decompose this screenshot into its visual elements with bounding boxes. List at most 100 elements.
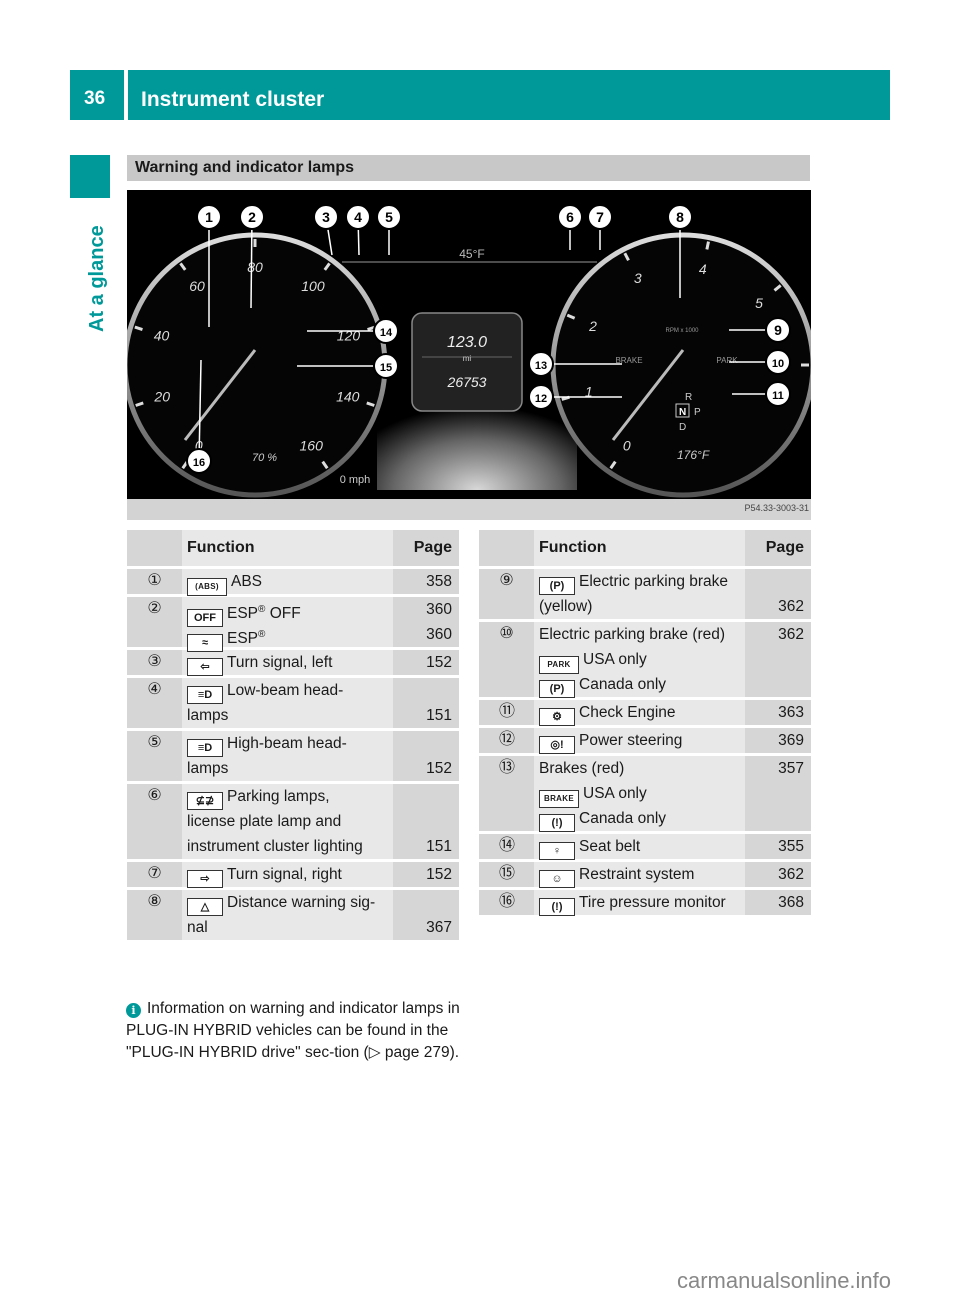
row-number: ⑯: [499, 893, 516, 910]
watermark: carmanualsonline.info: [677, 1268, 892, 1293]
callout-number: 2: [248, 209, 256, 225]
lamps-table-left: Function Page ① (ABS) ABS 358 ② OFF ESP® OFF ≈ E…: [127, 530, 459, 940]
function-line: ♀ Seat belt: [539, 834, 745, 860]
trip-readout: 123.0: [447, 334, 487, 351]
page-ref: 360: [426, 626, 452, 643]
callout-number: 9: [774, 322, 782, 338]
section-title: Warning and indicator lamps: [135, 159, 354, 176]
table-row: ⑥ ⊈⊉ Parking lamps, license plate lamp and i…: [127, 781, 459, 861]
function-line: ≈ ESP®: [187, 622, 393, 653]
table-row: ⑩ Electric parking brake (red) PARK USA onl…: [479, 619, 811, 699]
page-number: 36: [84, 88, 106, 109]
speedo-tick-label: 160: [300, 437, 324, 453]
page-ref: 152: [426, 866, 452, 883]
function-label: ABS: [231, 573, 263, 590]
page-ref: [393, 784, 452, 809]
function-line: (ABS) ABS: [187, 569, 393, 596]
table-row: ④ ≡D Low-beam head-lamps 151: [127, 675, 459, 730]
page-ref: 358: [426, 573, 452, 590]
page-ref: 362: [778, 866, 804, 883]
speedo-tick-label: 120: [337, 328, 361, 344]
speedo-tick-label: 60: [189, 278, 205, 294]
figure-caption-bar: P54.33-3003-31: [127, 499, 811, 520]
callout-number: 5: [385, 209, 393, 225]
page-ref: 362: [778, 598, 804, 615]
function-label: High-beam head-: [227, 735, 347, 752]
row-number: ⑫: [499, 731, 516, 748]
row-number: ⑨: [499, 572, 514, 589]
callout-number: 3: [322, 209, 330, 225]
function-label: Turn signal, left: [227, 654, 333, 671]
function-label: Brakes (red): [539, 760, 625, 777]
tacho-tick: [705, 241, 710, 250]
callout-number: 16: [193, 457, 205, 469]
tacho-tick-label: 4: [699, 261, 707, 277]
instrument-cluster-figure: 123.0 mi 26753 45°F 0 mph 70 % 176°F RPM…: [127, 190, 811, 520]
function-line: ⊈⊉ Parking lamps,: [187, 784, 393, 810]
function-line: nal: [187, 915, 393, 940]
function-label: ESP: [227, 630, 259, 648]
function-label: Electric parking brake: [579, 573, 729, 590]
function-line: ◎! Power steering: [539, 728, 745, 754]
function-label: Tire pressure monitor: [579, 894, 726, 911]
page-ref: 152: [426, 760, 452, 777]
callout-number: 11: [772, 390, 784, 402]
turn-right-icon: ⇨: [187, 870, 223, 888]
info-note: i Information on warning and indicator la…: [126, 998, 466, 1064]
distance-warning-icon: △: [187, 898, 223, 916]
callout-number: 7: [596, 209, 604, 225]
speedo-tick-label: 80: [247, 259, 263, 275]
table-row: ⑨ (P) Electric parking brake (yellow) 362: [479, 566, 811, 621]
row-number: ⑦: [147, 865, 162, 882]
callout-number: 4: [354, 209, 362, 225]
page-ref: [745, 672, 804, 697]
cluster-illustration: 123.0 mi 26753 45°F 0 mph 70 % 176°F RPM…: [127, 204, 811, 498]
callout-number: 13: [535, 360, 547, 372]
table-row: ③ ⇦ Turn signal, left 152: [127, 647, 459, 677]
row-number: ⑩: [499, 625, 514, 642]
chapter-header: Instrument cluster: [128, 70, 890, 120]
lamps-table-right: Function Page ⑨ (P) Electric parking brake…: [479, 530, 811, 916]
function-line: (yellow): [539, 594, 745, 619]
gear-p: P: [694, 407, 701, 418]
speedo-tick-label: 40: [154, 328, 170, 344]
speedo-tick-label: 140: [336, 389, 360, 405]
function-line: BRAKE USA only: [539, 781, 745, 808]
function-label: lamps: [187, 760, 229, 777]
callout-number: 8: [676, 209, 684, 225]
function-label: instrument cluster lighting: [187, 838, 363, 855]
abs-icon: (ABS): [187, 578, 227, 596]
function-label: nal: [187, 919, 208, 936]
table-row: ② OFF ESP® OFF ≈ ESP® 360 360: [127, 594, 459, 653]
table-row: ⑪ ⚙ Check Engine 363: [479, 697, 811, 727]
coolant-readout: 176°F: [677, 448, 710, 462]
col-header-function: Function: [534, 530, 745, 568]
page-ref: 357: [778, 760, 804, 777]
function-line: (P) Electric parking brake: [539, 569, 745, 595]
callout-number: 12: [535, 393, 547, 405]
power-steering-icon: ◎!: [539, 736, 575, 754]
park-indicator: PARK: [716, 356, 738, 365]
function-line: (P) Canada only: [539, 672, 745, 698]
side-tab-label: At a glance: [86, 225, 108, 332]
tacho-tick-label: 2: [588, 318, 597, 334]
function-line: license plate lamp and: [187, 809, 393, 834]
gear-d: D: [679, 422, 686, 433]
speedo-tick-label: 20: [153, 389, 170, 405]
table-row: ⑬ Brakes (red) BRAKE USA only (!) Canada only…: [479, 753, 811, 833]
function-label: Parking lamps,: [227, 788, 330, 805]
registered-mark: ®: [258, 629, 266, 640]
unit-readout: mi: [463, 354, 472, 363]
page-ref: [745, 569, 804, 594]
callout-number: 14: [380, 327, 393, 339]
page-ref: 151: [426, 707, 452, 724]
tacho-tick-label: 5: [755, 295, 763, 311]
page-ref: [393, 678, 452, 703]
figure-code: P54.33-3003-31: [744, 503, 809, 513]
function-label: ESP: [227, 605, 259, 623]
row-number: ④: [147, 681, 162, 698]
tire-pressure-icon: (!): [539, 898, 575, 916]
page-ref: [745, 647, 804, 672]
page-ref: 363: [778, 704, 804, 721]
side-tab: At a glance: [82, 212, 112, 332]
